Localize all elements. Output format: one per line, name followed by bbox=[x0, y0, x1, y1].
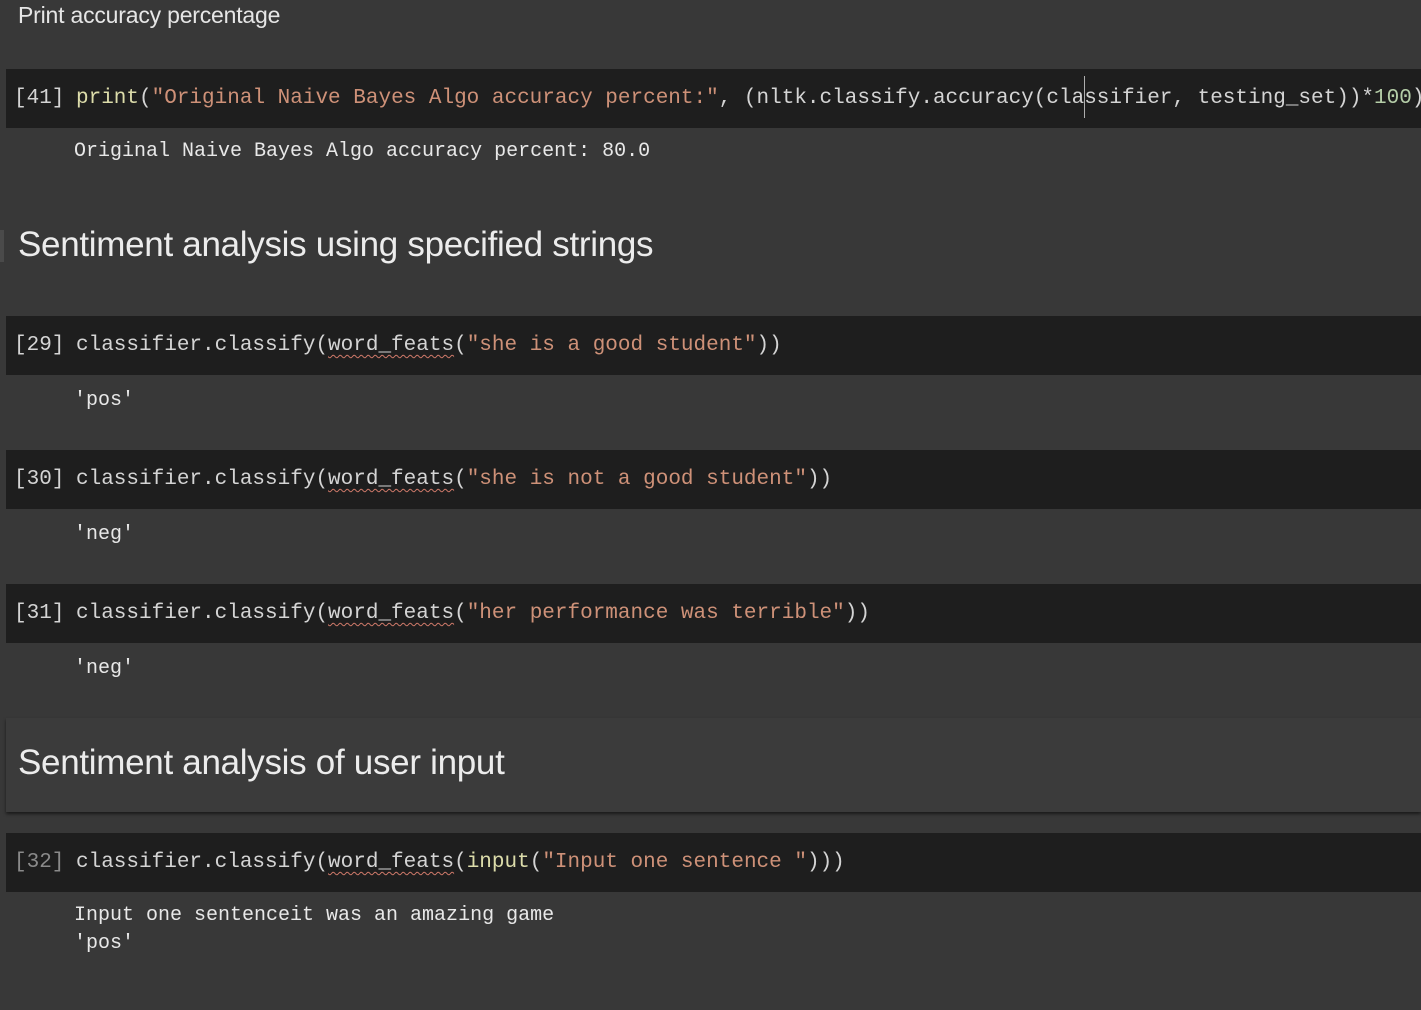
markdown-heading: Sentiment analysis using specified strin… bbox=[18, 225, 654, 264]
code-token: "she is a good student" bbox=[466, 334, 757, 357]
cell-output: 'pos' bbox=[74, 932, 135, 955]
cell-output: Original Naive Bayes Algo accuracy perce… bbox=[74, 140, 651, 163]
code-token: classifier.classify( bbox=[76, 334, 329, 357]
code-token: )) bbox=[756, 334, 782, 357]
execution-count[interactable]: [29] bbox=[14, 316, 64, 375]
code-token: word_feats bbox=[328, 851, 455, 874]
code-token: print bbox=[76, 87, 140, 110]
code-token: "Input one sentence " bbox=[542, 851, 807, 874]
cell-output: 'pos' bbox=[74, 389, 135, 412]
code-token: word_feats bbox=[328, 602, 455, 625]
code-token: ( bbox=[529, 851, 543, 874]
code-source[interactable]: classifier.classify(word_feats("her perf… bbox=[76, 584, 870, 643]
code-token: ( bbox=[454, 468, 467, 491]
execution-count[interactable]: [32] bbox=[14, 833, 64, 892]
code-token: ( bbox=[454, 851, 467, 874]
execution-count[interactable]: [31] bbox=[14, 584, 64, 643]
cell-output: 'neg' bbox=[74, 657, 135, 680]
code-token: ssifier, testing_set))* bbox=[1084, 87, 1375, 110]
code-token: word_feats bbox=[328, 334, 455, 357]
code-token: ( bbox=[454, 602, 467, 625]
code-token: ( bbox=[454, 334, 467, 357]
markdown-text-print-accuracy: Print accuracy percentage bbox=[18, 2, 281, 28]
code-token: classifier.classify( bbox=[76, 468, 329, 491]
code-token: classifier.classify( bbox=[76, 851, 329, 874]
code-token: ( bbox=[139, 87, 152, 110]
code-cell-30[interactable]: [30] classifier.classify(word_feats("she… bbox=[6, 450, 1421, 509]
code-source[interactable]: classifier.classify(word_feats(input("In… bbox=[76, 833, 845, 892]
code-source[interactable]: print("Original Naive Bayes Algo accurac… bbox=[76, 69, 1421, 128]
code-token: )) bbox=[844, 602, 870, 625]
code-token: ))) bbox=[806, 851, 845, 874]
code-token: "her performance was terrible" bbox=[466, 602, 845, 625]
code-token: )) bbox=[806, 468, 833, 491]
execution-count[interactable]: [30] bbox=[14, 450, 64, 509]
code-cell-41[interactable]: [41] print("Original Naive Bayes Algo ac… bbox=[6, 69, 1421, 128]
code-token: "Original Naive Bayes Algo accuracy perc… bbox=[151, 87, 719, 110]
markdown-heading: Sentiment analysis of user input bbox=[18, 743, 505, 782]
code-token: input bbox=[466, 851, 530, 874]
code-source[interactable]: classifier.classify(word_feats("she is n… bbox=[76, 450, 832, 509]
code-cell-29[interactable]: [29] classifier.classify(word_feats("she… bbox=[6, 316, 1421, 375]
code-source[interactable]: classifier.classify(word_feats("she is a… bbox=[76, 316, 782, 375]
code-token: "she is not a good student" bbox=[466, 468, 807, 491]
cell-output-stdin: Input one sentenceit was an amazing game bbox=[74, 904, 555, 927]
code-token: word_feats bbox=[328, 468, 455, 491]
code-cell-32[interactable]: [32] classifier.classify(word_feats(inpu… bbox=[6, 833, 1421, 892]
code-token: , (nltk.classify.accuracy(cla bbox=[718, 87, 1085, 110]
cell-left-marker bbox=[0, 230, 4, 262]
code-token: 100 bbox=[1374, 87, 1412, 110]
cell-output: 'neg' bbox=[74, 523, 135, 546]
execution-count[interactable]: [41] bbox=[14, 69, 64, 128]
code-cell-31[interactable]: [31] classifier.classify(word_feats("her… bbox=[6, 584, 1421, 643]
code-token: classifier.classify( bbox=[76, 602, 329, 625]
code-token: ) bbox=[1412, 87, 1421, 110]
